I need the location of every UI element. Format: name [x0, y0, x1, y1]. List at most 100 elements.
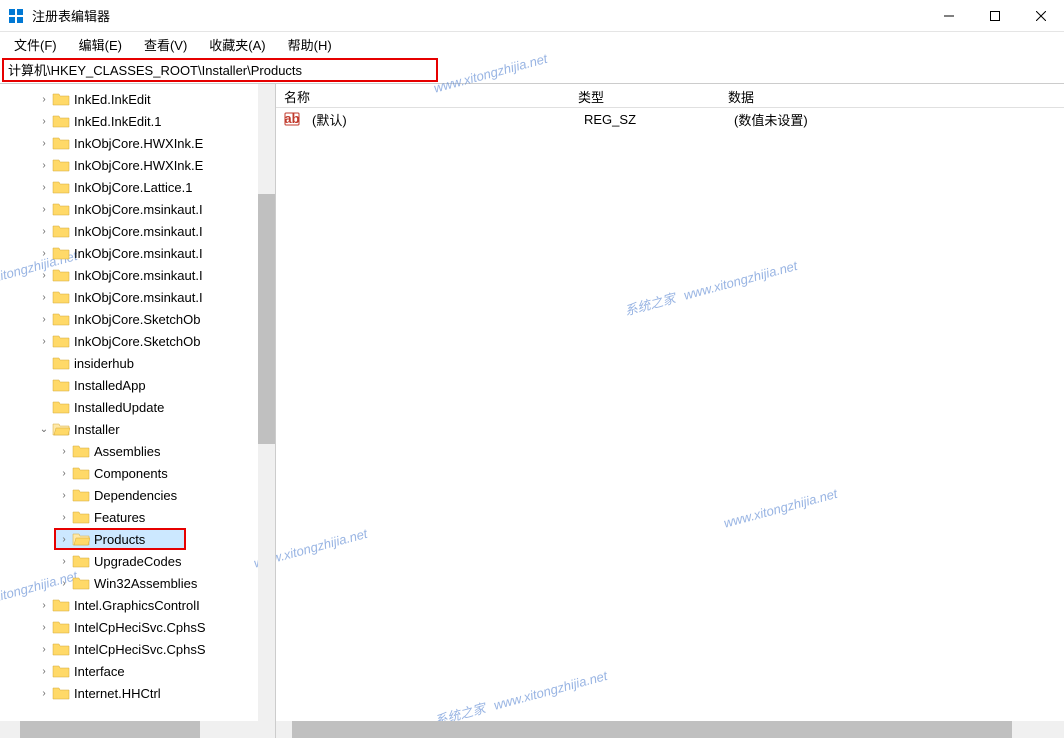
- tree-node[interactable]: › InkObjCore.Lattice.1: [0, 176, 275, 198]
- node-label: InkObjCore.Lattice.1: [74, 180, 193, 195]
- tree-node[interactable]: › Interface: [0, 660, 275, 682]
- expand-icon[interactable]: ›: [56, 534, 72, 545]
- minimize-button[interactable]: [926, 0, 972, 32]
- address-bar[interactable]: 计算机\HKEY_CLASSES_ROOT\Installer\Products: [2, 58, 438, 82]
- menu-file[interactable]: 文件(F): [10, 33, 61, 56]
- tree-node[interactable]: ›InkObjCore.SketchOb: [0, 308, 275, 330]
- node-label: UpgradeCodes: [94, 554, 181, 569]
- menu-favorites[interactable]: 收藏夹(A): [205, 33, 269, 56]
- expand-icon[interactable]: ›: [36, 270, 52, 281]
- expand-icon[interactable]: ›: [36, 94, 52, 105]
- tree-node[interactable]: › InkObjCore.msinkaut.I: [0, 264, 275, 286]
- expand-icon[interactable]: ›: [36, 248, 52, 259]
- tree-node[interactable]: › Components: [0, 462, 275, 484]
- expand-icon[interactable]: ⌄: [36, 424, 52, 435]
- list-header: 名称 类型 数据: [276, 84, 1064, 108]
- column-name[interactable]: 名称: [276, 84, 570, 107]
- address-text: 计算机\HKEY_CLASSES_ROOT\Installer\Products: [8, 60, 302, 79]
- menubar: 文件(F) 编辑(E) 查看(V) 收藏夹(A) 帮助(H): [0, 32, 1064, 56]
- tree-node[interactable]: InstalledUpdate: [0, 396, 275, 418]
- tree-node[interactable]: ›InkObjCore.msinkaut.I: [0, 242, 275, 264]
- expand-icon[interactable]: ›: [56, 578, 72, 589]
- node-label: Assemblies: [94, 444, 160, 459]
- tree-node[interactable]: › InkObjCore.HWXInk.E: [0, 132, 275, 154]
- node-label: Components: [94, 466, 168, 481]
- tree-node[interactable]: › InkEd.InkEdit.1: [0, 110, 275, 132]
- node-label: Features: [94, 510, 145, 525]
- tree-node[interactable]: insiderhub: [0, 352, 275, 374]
- expand-icon[interactable]: ›: [56, 446, 72, 457]
- tree-node[interactable]: InstalledApp: [0, 374, 275, 396]
- expand-icon[interactable]: ›: [36, 182, 52, 193]
- node-label: InkObjCore.HWXInk.E: [74, 136, 203, 151]
- tree-node[interactable]: › UpgradeCodes: [0, 550, 275, 572]
- tree-node[interactable]: › IntelCpHeciSvc.CphsS: [0, 638, 275, 660]
- tree-panel: ›InkEd.InkEdit›InkEd.InkEdit.1›InkObjCor…: [0, 84, 276, 738]
- tree-node[interactable]: ›InkObjCore.SketchOb: [0, 330, 275, 352]
- tree-node[interactable]: › Dependencies: [0, 484, 275, 506]
- node-label: insiderhub: [74, 356, 134, 371]
- tree-node[interactable]: › Intel.GraphicsControlI: [0, 594, 275, 616]
- node-label: InstalledUpdate: [74, 400, 164, 415]
- expand-icon[interactable]: ›: [36, 116, 52, 127]
- menu-view[interactable]: 查看(V): [140, 33, 191, 56]
- expand-icon[interactable]: ›: [36, 622, 52, 633]
- node-label: Dependencies: [94, 488, 177, 503]
- expand-icon[interactable]: ›: [36, 314, 52, 325]
- expand-icon[interactable]: ›: [56, 490, 72, 501]
- node-label: IntelCpHeciSvc.CphsS: [74, 620, 206, 635]
- tree-vscrollbar[interactable]: [258, 84, 275, 721]
- titlebar: 注册表编辑器: [0, 0, 1064, 32]
- expand-icon[interactable]: ›: [36, 600, 52, 611]
- list-hscrollbar[interactable]: [276, 721, 1064, 738]
- tree-node[interactable]: › Assemblies: [0, 440, 275, 462]
- node-label: Intel.GraphicsControlI: [74, 598, 200, 613]
- app-icon: [8, 8, 24, 24]
- node-label: IntelCpHeciSvc.CphsS: [74, 642, 206, 657]
- tree-node[interactable]: ›InkObjCore.msinkaut.I: [0, 286, 275, 308]
- expand-icon[interactable]: ›: [36, 204, 52, 215]
- node-label: InstalledApp: [74, 378, 146, 393]
- expand-icon[interactable]: ›: [36, 138, 52, 149]
- column-type[interactable]: 类型: [570, 84, 720, 107]
- node-label: Interface: [74, 664, 125, 679]
- expand-icon[interactable]: ›: [36, 292, 52, 303]
- node-label: InkEd.InkEdit: [74, 92, 151, 107]
- close-button[interactable]: [1018, 0, 1064, 32]
- menu-help[interactable]: 帮助(H): [284, 33, 336, 56]
- expand-icon[interactable]: ›: [36, 688, 52, 699]
- list-row[interactable]: ab (默认) REG_SZ (数值未设置): [276, 108, 1064, 130]
- maximize-button[interactable]: [972, 0, 1018, 32]
- tree-node[interactable]: ›InkObjCore.msinkaut.I: [0, 198, 275, 220]
- window-title: 注册表编辑器: [32, 6, 926, 25]
- tree-node[interactable]: ›Internet.HHCtrl: [0, 682, 275, 704]
- tree-node-selected[interactable]: ›Products: [54, 528, 186, 550]
- column-data[interactable]: 数据: [720, 84, 1064, 107]
- expand-icon[interactable]: ›: [56, 468, 72, 479]
- node-label: InkObjCore.HWXInk.E: [74, 158, 203, 173]
- value-data: (数值未设置): [726, 107, 1064, 132]
- tree-node[interactable]: › InkEd.InkEdit: [0, 88, 275, 110]
- tree-node[interactable]: › Features: [0, 506, 275, 528]
- expand-icon[interactable]: ›: [56, 556, 72, 567]
- expand-icon[interactable]: ›: [56, 512, 72, 523]
- expand-icon[interactable]: ›: [36, 666, 52, 677]
- expand-icon[interactable]: ›: [36, 160, 52, 171]
- tree-node[interactable]: › Win32Assemblies: [0, 572, 275, 594]
- node-label: InkObjCore.msinkaut.I: [74, 268, 203, 283]
- tree-node[interactable]: › InkObjCore.HWXInk.E: [0, 154, 275, 176]
- node-label: Installer: [74, 422, 120, 437]
- node-label: InkEd.InkEdit.1: [74, 114, 161, 129]
- string-value-icon: ab: [284, 111, 300, 127]
- menu-edit[interactable]: 编辑(E): [75, 33, 126, 56]
- window-controls: [926, 0, 1064, 31]
- expand-icon[interactable]: ›: [36, 644, 52, 655]
- tree-hscrollbar[interactable]: [0, 721, 275, 738]
- tree-node[interactable]: ⌄ Installer: [0, 418, 275, 440]
- node-label: Win32Assemblies: [94, 576, 197, 591]
- tree-node[interactable]: ›InkObjCore.msinkaut.I: [0, 220, 275, 242]
- expand-icon[interactable]: ›: [36, 336, 52, 347]
- svg-text:ab: ab: [284, 111, 299, 126]
- expand-icon[interactable]: ›: [36, 226, 52, 237]
- tree-node[interactable]: › IntelCpHeciSvc.CphsS: [0, 616, 275, 638]
